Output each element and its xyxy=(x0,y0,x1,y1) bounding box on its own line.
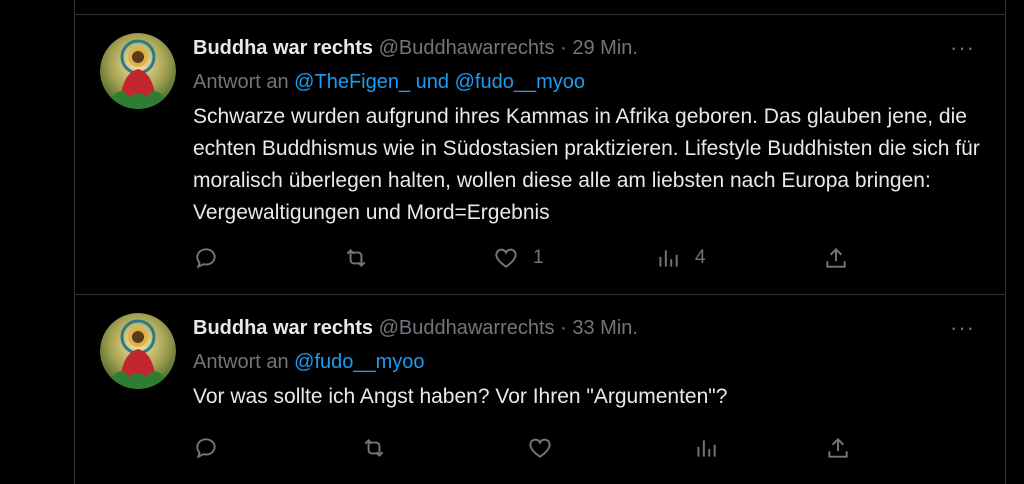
retweet-icon xyxy=(346,249,366,267)
tweet-actions: 1 4 xyxy=(193,245,873,275)
retweet-icon xyxy=(364,439,384,457)
tweet-header: Buddha war rechts @Buddhawarrechts · 33 … xyxy=(193,313,975,343)
reply-button[interactable] xyxy=(193,245,219,271)
heart-icon xyxy=(529,438,551,458)
avatar[interactable] xyxy=(100,33,176,109)
separator: · xyxy=(560,37,567,59)
views-button[interactable] xyxy=(693,435,719,461)
heart-icon xyxy=(495,248,517,268)
tweet-2[interactable]: Buddha war rechts @Buddhawarrechts · 33 … xyxy=(75,295,1005,484)
views-button[interactable]: 4 xyxy=(655,245,706,271)
timestamp[interactable]: 29 Min. xyxy=(572,37,638,59)
like-button[interactable] xyxy=(527,435,553,461)
reply-and: und xyxy=(415,71,450,93)
share-icon xyxy=(826,247,846,268)
avatar[interactable] xyxy=(100,313,176,389)
timestamp[interactable]: 33 Min. xyxy=(572,317,638,339)
author-handle[interactable]: @Buddhawarrechts xyxy=(379,37,555,59)
separator: · xyxy=(560,317,567,339)
tweet-text: Vor was sollte ich Angst haben? Vor Ihre… xyxy=(193,385,728,408)
like-button[interactable]: 1 xyxy=(493,245,544,271)
tweet-header: Buddha war rechts @Buddhawarrechts · 29 … xyxy=(193,33,975,63)
share-button[interactable] xyxy=(823,245,849,271)
reply-context: Antwort an @fudo__myoo xyxy=(193,347,425,377)
views-icon xyxy=(659,250,678,267)
timeline-column: Buddha war rechts @Buddhawarrechts · 29 … xyxy=(74,0,1006,484)
reply-icon xyxy=(196,248,216,269)
tweet-actions xyxy=(193,435,873,465)
more-options-icon[interactable]: ··· xyxy=(950,33,975,63)
reply-context: Antwort an @TheFigen_ und @fudo__myoo xyxy=(193,67,585,97)
retweet-button[interactable] xyxy=(343,245,369,271)
author-name[interactable]: Buddha war rechts xyxy=(193,317,373,339)
author-handle[interactable]: @Buddhawarrechts xyxy=(379,317,555,339)
view-count: 4 xyxy=(695,247,706,268)
tweet-text: Schwarze wurden aufgrund ihres Kammas in… xyxy=(193,105,980,224)
more-options-icon[interactable]: ··· xyxy=(950,313,975,343)
reply-prefix: Antwort an xyxy=(193,351,289,373)
share-button[interactable] xyxy=(825,435,851,461)
like-count: 1 xyxy=(533,247,544,268)
reply-icon xyxy=(196,438,216,459)
author-name[interactable]: Buddha war rechts xyxy=(193,37,373,59)
retweet-button[interactable] xyxy=(361,435,387,461)
views-icon xyxy=(697,440,716,457)
mention-link[interactable]: @TheFigen_ xyxy=(294,71,410,93)
reply-button[interactable] xyxy=(193,435,219,461)
share-icon xyxy=(828,437,848,458)
tweet-1[interactable]: Buddha war rechts @Buddhawarrechts · 29 … xyxy=(75,15,1005,295)
mention-link[interactable]: @fudo__myoo xyxy=(294,351,424,373)
reply-prefix: Antwort an xyxy=(193,71,289,93)
mention-link[interactable]: @fudo__myoo xyxy=(455,71,585,93)
